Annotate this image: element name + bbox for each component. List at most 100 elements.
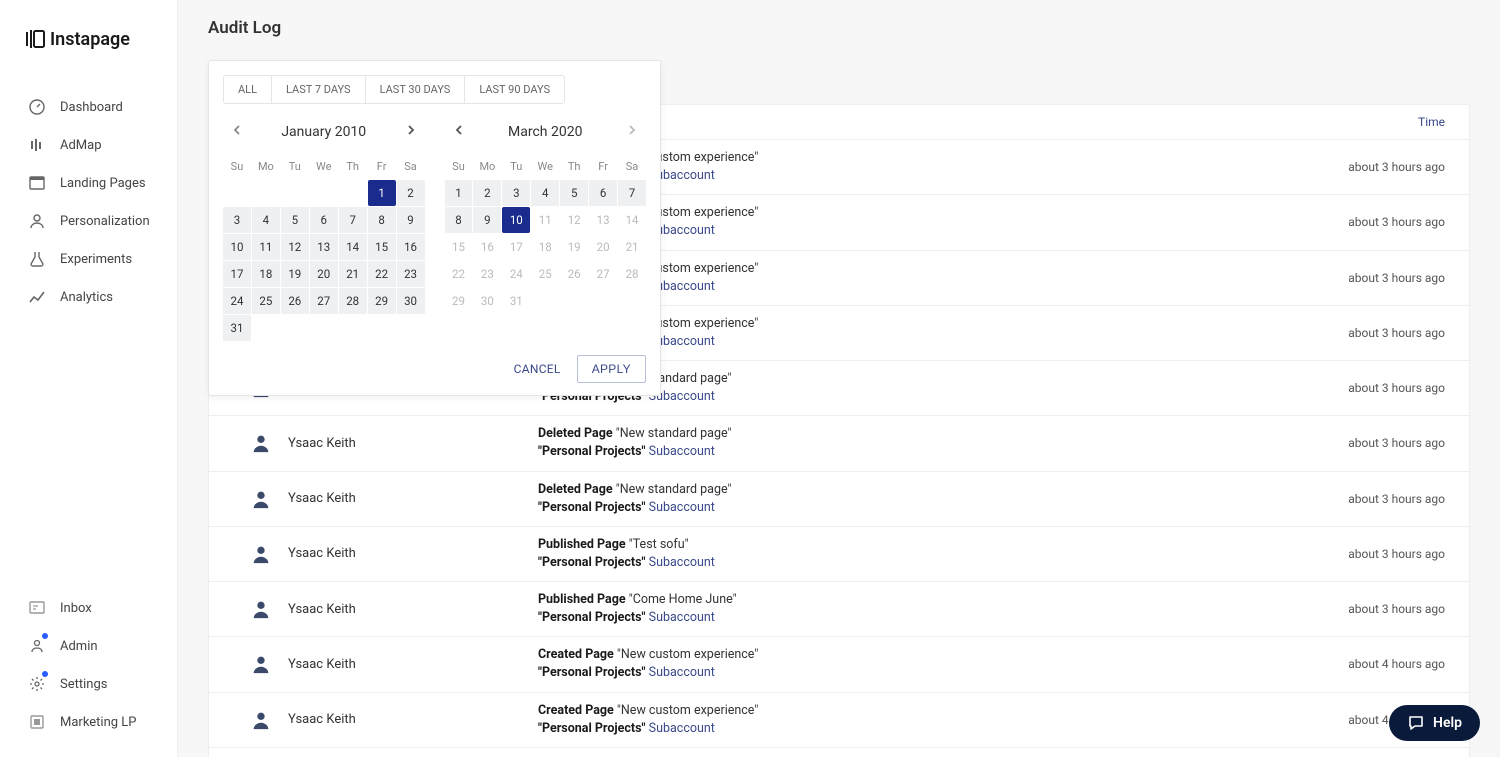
- calendar-day[interactable]: 26: [281, 288, 309, 314]
- nav-item-admin[interactable]: Admin: [0, 627, 177, 665]
- nav-item-personalization[interactable]: Personalization: [0, 202, 177, 240]
- subaccount-link[interactable]: Subaccount: [649, 610, 715, 625]
- calendar-day[interactable]: 21: [339, 261, 367, 287]
- dow-header: Fr: [589, 154, 617, 179]
- calendar-day[interactable]: 17: [502, 234, 530, 260]
- calendar-day[interactable]: 16: [397, 234, 425, 260]
- user-avatar-icon: [250, 543, 272, 565]
- calendar-day[interactable]: 5: [560, 180, 588, 206]
- brand-logo[interactable]: Instapage: [0, 0, 177, 80]
- calendar-day[interactable]: 14: [339, 234, 367, 260]
- calendar-day[interactable]: 10: [502, 207, 530, 233]
- calendar-day[interactable]: 3: [502, 180, 530, 206]
- calendar-day[interactable]: 23: [397, 261, 425, 287]
- prev-month-icon[interactable]: [227, 120, 247, 144]
- calendar-day[interactable]: 18: [252, 261, 280, 287]
- apply-button[interactable]: APPLY: [577, 355, 646, 383]
- subaccount-link[interactable]: Subaccount: [649, 500, 715, 515]
- calendar-day[interactable]: 27: [589, 261, 617, 287]
- subaccount-link[interactable]: Subaccount: [649, 555, 715, 570]
- nav-item-dashboard[interactable]: Dashboard: [0, 88, 177, 126]
- calendar-day[interactable]: 9: [473, 207, 501, 233]
- admin-icon: [28, 637, 46, 655]
- calendar-day[interactable]: 7: [339, 207, 367, 233]
- date-range-picker[interactable]: ALLLAST 7 DAYSLAST 30 DAYSLAST 90 DAYS J…: [208, 60, 661, 396]
- calendar-day[interactable]: 19: [560, 234, 588, 260]
- preset-all[interactable]: ALL: [224, 76, 272, 103]
- next-month-inner-icon[interactable]: [401, 120, 421, 144]
- calendar-day[interactable]: 18: [531, 234, 559, 260]
- calendar-day[interactable]: 10: [223, 234, 251, 260]
- nav-item-analytics[interactable]: Analytics: [0, 278, 177, 316]
- calendar-day[interactable]: 14: [618, 207, 646, 233]
- calendar-day[interactable]: 12: [560, 207, 588, 233]
- calendar-day[interactable]: 29: [368, 288, 396, 314]
- calendar-day[interactable]: 15: [445, 234, 473, 260]
- calendar-day[interactable]: 4: [252, 207, 280, 233]
- nav-item-inbox[interactable]: Inbox: [0, 589, 177, 627]
- help-button[interactable]: Help: [1389, 705, 1480, 741]
- event-time: about 3 hours ago: [1275, 547, 1445, 561]
- calendar-day[interactable]: 28: [618, 261, 646, 287]
- calendar-day[interactable]: 6: [310, 207, 338, 233]
- subaccount-link[interactable]: Subaccount: [649, 665, 715, 680]
- nav-label: Admin: [60, 639, 98, 654]
- calendar-day[interactable]: 1: [368, 180, 396, 206]
- calendar-day[interactable]: 5: [281, 207, 309, 233]
- calendar-day[interactable]: 30: [397, 288, 425, 314]
- subaccount-link[interactable]: Subaccount: [649, 721, 715, 736]
- calendar-day[interactable]: 2: [473, 180, 501, 206]
- calendar-day[interactable]: 6: [589, 180, 617, 206]
- dow-header: Su: [223, 154, 251, 179]
- calendar-day[interactable]: 27: [310, 288, 338, 314]
- prev-month-inner-icon[interactable]: [449, 120, 469, 144]
- preset-last-30-days[interactable]: LAST 30 DAYS: [366, 76, 466, 103]
- calendar-day[interactable]: 13: [589, 207, 617, 233]
- cancel-button[interactable]: CANCEL: [514, 362, 561, 376]
- subaccount-link[interactable]: Subaccount: [649, 444, 715, 459]
- calendar-day[interactable]: 13: [310, 234, 338, 260]
- user-avatar-icon: [250, 653, 272, 675]
- nav-item-admap[interactable]: AdMap: [0, 126, 177, 164]
- nav-item-experiments[interactable]: Experiments: [0, 240, 177, 278]
- nav-item-marketinglp[interactable]: Marketing LP: [0, 703, 177, 741]
- calendar-day[interactable]: 23: [473, 261, 501, 287]
- calendar-day[interactable]: 24: [502, 261, 530, 287]
- calendar-day[interactable]: 3: [223, 207, 251, 233]
- calendar-day[interactable]: 8: [445, 207, 473, 233]
- preset-last-7-days[interactable]: LAST 7 DAYS: [272, 76, 366, 103]
- calendar-day[interactable]: 12: [281, 234, 309, 260]
- calendar-day[interactable]: 16: [473, 234, 501, 260]
- calendar-day[interactable]: 25: [531, 261, 559, 287]
- calendar-day[interactable]: 25: [252, 288, 280, 314]
- calendar-day[interactable]: 21: [618, 234, 646, 260]
- preset-last-90-days[interactable]: LAST 90 DAYS: [465, 76, 564, 103]
- calendar-day[interactable]: 7: [618, 180, 646, 206]
- calendar-day[interactable]: 9: [397, 207, 425, 233]
- calendar-day[interactable]: 30: [473, 288, 501, 314]
- calendar-day[interactable]: 24: [223, 288, 251, 314]
- calendar-day[interactable]: 8: [368, 207, 396, 233]
- nav-item-settings[interactable]: Settings: [0, 665, 177, 703]
- calendar-day[interactable]: 22: [368, 261, 396, 287]
- calendar-day[interactable]: 29: [445, 288, 473, 314]
- calendar-day[interactable]: 19: [281, 261, 309, 287]
- calendar-day[interactable]: 11: [252, 234, 280, 260]
- next-month-icon[interactable]: [622, 120, 642, 144]
- calendar-day[interactable]: 26: [560, 261, 588, 287]
- calendar-day[interactable]: 22: [445, 261, 473, 287]
- calendar-day[interactable]: 31: [223, 315, 251, 341]
- calendar-day[interactable]: 31: [502, 288, 530, 314]
- personalization-icon: [28, 212, 46, 230]
- brand-name: Instapage: [50, 29, 130, 50]
- calendar-day[interactable]: 15: [368, 234, 396, 260]
- calendar-day[interactable]: 20: [310, 261, 338, 287]
- calendar-day[interactable]: 4: [531, 180, 559, 206]
- calendar-day[interactable]: 20: [589, 234, 617, 260]
- calendar-day[interactable]: 17: [223, 261, 251, 287]
- calendar-day[interactable]: 2: [397, 180, 425, 206]
- calendar-day[interactable]: 28: [339, 288, 367, 314]
- calendar-day[interactable]: 11: [531, 207, 559, 233]
- nav-item-landing-pages[interactable]: Landing Pages: [0, 164, 177, 202]
- calendar-day[interactable]: 1: [445, 180, 473, 206]
